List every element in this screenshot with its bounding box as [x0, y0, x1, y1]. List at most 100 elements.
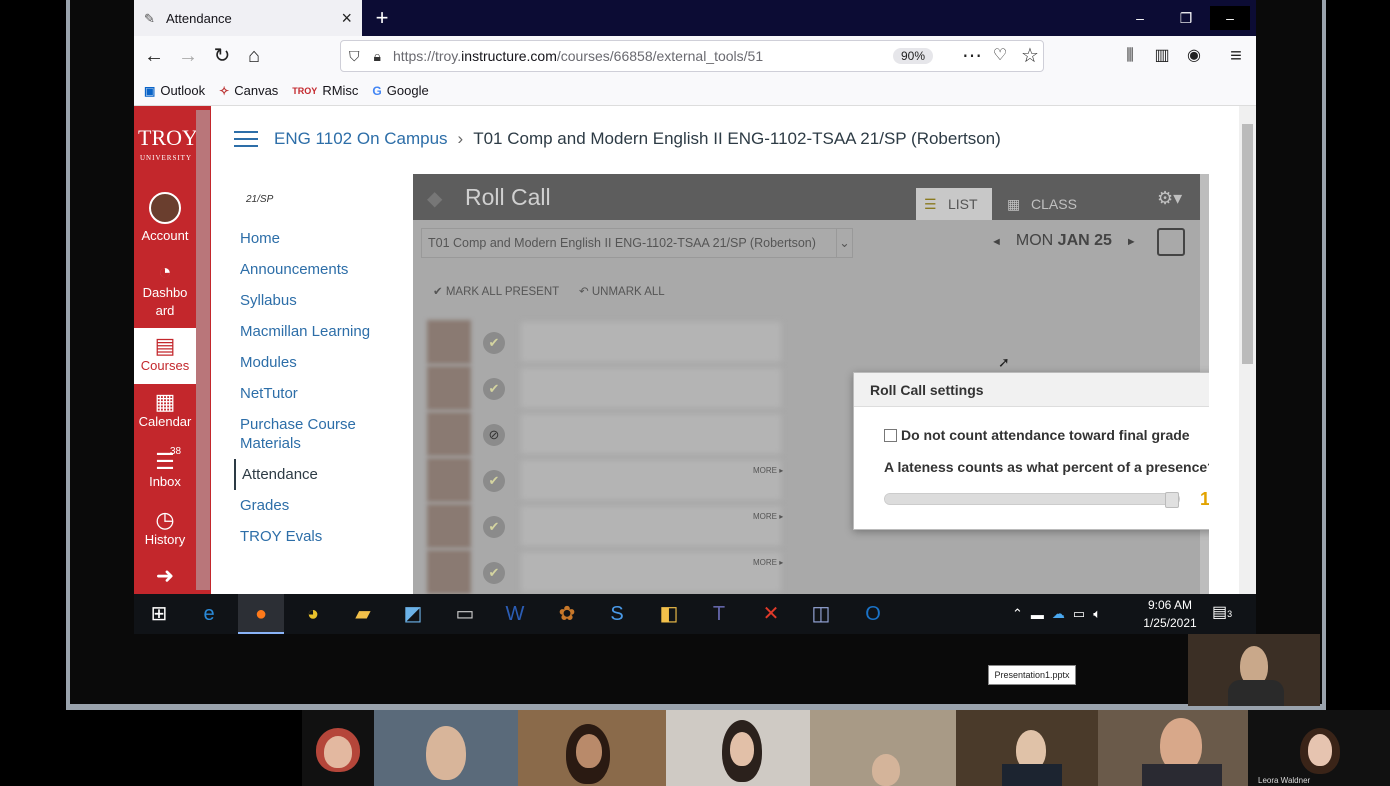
new-tab-button[interactable]: +	[368, 4, 396, 32]
global-nav-courses[interactable]: ▤ Courses	[134, 328, 196, 384]
clock[interactable]: 9:06 AM 1/25/2021	[1130, 596, 1210, 632]
course-nav-syllabus[interactable]: Syllabus	[234, 285, 404, 316]
unmark-all-button[interactable]: ↶ UNMARK ALL	[579, 284, 665, 298]
global-nav-scrollbar[interactable]	[196, 110, 210, 590]
course-nav-announcements[interactable]: Announcements	[234, 254, 404, 285]
more-actions-icon[interactable]: ⋯	[958, 42, 986, 70]
menu-icon[interactable]: ≡	[1222, 42, 1250, 70]
skype-icon[interactable]: S	[594, 594, 640, 634]
check-icon[interactable]: ✔	[483, 562, 505, 584]
participant-tile[interactable]	[956, 710, 1098, 786]
student-row[interactable]: ✔	[427, 366, 791, 412]
participant-tile[interactable]	[1098, 710, 1248, 786]
sidebar-icon[interactable]: ▥	[1148, 42, 1176, 70]
tab-class[interactable]: ▦ CLASS	[1003, 188, 1103, 220]
teams-icon[interactable]: T	[696, 594, 742, 634]
lateness-slider[interactable]	[884, 492, 1180, 508]
global-nav-dashboard[interactable]: ◔ Dashboard	[134, 260, 196, 320]
hamburger-icon[interactable]	[234, 131, 258, 147]
tab-attendance[interactable]: ✎ Attendance ×	[134, 0, 362, 36]
app-icon[interactable]: ◩	[390, 594, 436, 634]
library-icon[interactable]: ⫼	[1116, 42, 1144, 70]
tab-list[interactable]: ☰ LIST	[916, 188, 992, 220]
remote-desktop-icon[interactable]: ▭	[442, 594, 488, 634]
count-attendance-checkbox[interactable]	[884, 428, 897, 442]
battery-icon[interactable]: ▬	[1031, 607, 1044, 622]
reload-button[interactable]: ↻	[208, 42, 236, 70]
restore-button[interactable]: ❐	[1166, 6, 1206, 30]
bookmark-star-icon[interactable]: ☆	[1016, 42, 1044, 70]
participant-tile[interactable]	[666, 710, 810, 786]
breadcrumb-course-link[interactable]: ENG 1102 On Campus	[274, 129, 448, 149]
calendar-icon[interactable]	[1157, 228, 1185, 256]
participant-tile[interactable]	[302, 710, 374, 786]
troy-logo[interactable]: TROY UNIVERSITY	[138, 127, 198, 168]
slider-handle[interactable]	[1165, 492, 1179, 508]
gear-icon[interactable]: ⚙▾	[1157, 188, 1182, 209]
more-button[interactable]: MORE ▸	[753, 466, 783, 475]
zoom-badge[interactable]: 90%	[892, 48, 933, 64]
more-button[interactable]: MORE ▸	[753, 558, 783, 567]
course-nav-macmillan[interactable]: Macmillan Learning	[234, 316, 404, 347]
sticky-notes-icon[interactable]: ◧	[646, 594, 692, 634]
outlook-icon[interactable]: O	[850, 594, 896, 634]
firefox-icon[interactable]: ●	[238, 594, 284, 634]
global-nav-calendar[interactable]: ▦ Calendar	[134, 390, 196, 430]
check-icon[interactable]: ✔	[483, 332, 505, 354]
bookmark-google[interactable]: G Google	[372, 83, 428, 98]
check-icon[interactable]: ✔	[483, 378, 505, 400]
global-nav-account[interactable]: Account	[134, 192, 196, 243]
network-icon[interactable]: ▭	[1073, 606, 1085, 622]
course-nav-modules[interactable]: Modules	[234, 347, 404, 378]
course-nav-nettutor[interactable]: NetTutor	[234, 378, 404, 409]
check-icon[interactable]: ✔	[483, 516, 505, 538]
pocket-icon[interactable]: ♡	[986, 42, 1014, 70]
global-nav-history[interactable]: ◷ History	[134, 508, 196, 548]
course-nav-attendance[interactable]: Attendance	[234, 459, 404, 490]
bookmark-rmisc[interactable]: TROY RMisc	[292, 83, 358, 98]
account-icon[interactable]: ◉	[1180, 42, 1208, 70]
more-button[interactable]: MORE ▸	[753, 512, 783, 521]
next-date-icon[interactable]: ►	[1126, 236, 1137, 248]
course-nav-home[interactable]: Home	[234, 223, 404, 254]
student-row[interactable]: ✔	[427, 320, 791, 366]
student-row[interactable]: ⊘	[427, 412, 791, 458]
onedrive-icon[interactable]: ☁	[1052, 606, 1065, 622]
count-attendance-option[interactable]: Do not count attendance toward final gra…	[884, 427, 1190, 443]
absent-icon[interactable]: ⊘	[483, 424, 505, 446]
bookmark-canvas[interactable]: ✧ Canvas	[219, 83, 278, 98]
home-button[interactable]: ⌂	[240, 42, 268, 70]
edge-icon[interactable]: e	[186, 594, 232, 634]
prev-date-icon[interactable]: ◄	[991, 236, 1002, 248]
participant-tile[interactable]	[374, 710, 518, 786]
course-nav-grades[interactable]: Grades	[234, 490, 404, 521]
chevron-up-icon[interactable]: ⌃	[1012, 606, 1023, 622]
tool-icon[interactable]: ◫	[798, 594, 844, 634]
windows-start-icon[interactable]: ⊞	[136, 594, 182, 634]
notification-icon[interactable]: ▤3	[1212, 602, 1232, 622]
student-row[interactable]: ✔ MORE ▸	[427, 504, 791, 550]
global-nav-inbox[interactable]: ☰ Inbox	[134, 450, 196, 490]
x-app-icon[interactable]: ✕	[748, 594, 794, 634]
close-tab-icon[interactable]: ×	[341, 8, 352, 29]
section-select[interactable]: T01 Comp and Modern English II ENG-1102-…	[421, 228, 853, 258]
minimize-button-outer[interactable]: –	[1210, 6, 1250, 30]
file-explorer-icon[interactable]: ▰	[340, 594, 386, 634]
back-button[interactable]: ←	[140, 42, 168, 70]
volume-icon[interactable]: 🔈︎	[1093, 606, 1101, 622]
minimize-button[interactable]: –	[1120, 6, 1160, 30]
participant-tile[interactable]	[810, 710, 956, 786]
bookmark-outlook[interactable]: ▣ Outlook	[144, 83, 205, 98]
course-nav-purchase[interactable]: Purchase Course Materials	[234, 409, 404, 459]
forward-button[interactable]: →	[174, 42, 202, 70]
page-scrollbar[interactable]	[1239, 106, 1256, 594]
url-bar[interactable]: ⛉ 🔒︎ https://troy. instructure.com/course…	[340, 40, 1044, 72]
chrome-icon[interactable]: ◕	[290, 594, 336, 634]
page-scroll-thumb[interactable]	[1242, 124, 1253, 364]
check-icon[interactable]: ✔	[483, 470, 505, 492]
mark-all-present-button[interactable]: ✔ MARK ALL PRESENT	[433, 284, 559, 298]
student-row[interactable]: ✔ MORE ▸	[427, 458, 791, 504]
student-row[interactable]: ✔ MORE ▸	[427, 550, 791, 594]
paint-icon[interactable]: ✿	[544, 594, 590, 634]
course-nav-evals[interactable]: TROY Evals	[234, 521, 404, 552]
